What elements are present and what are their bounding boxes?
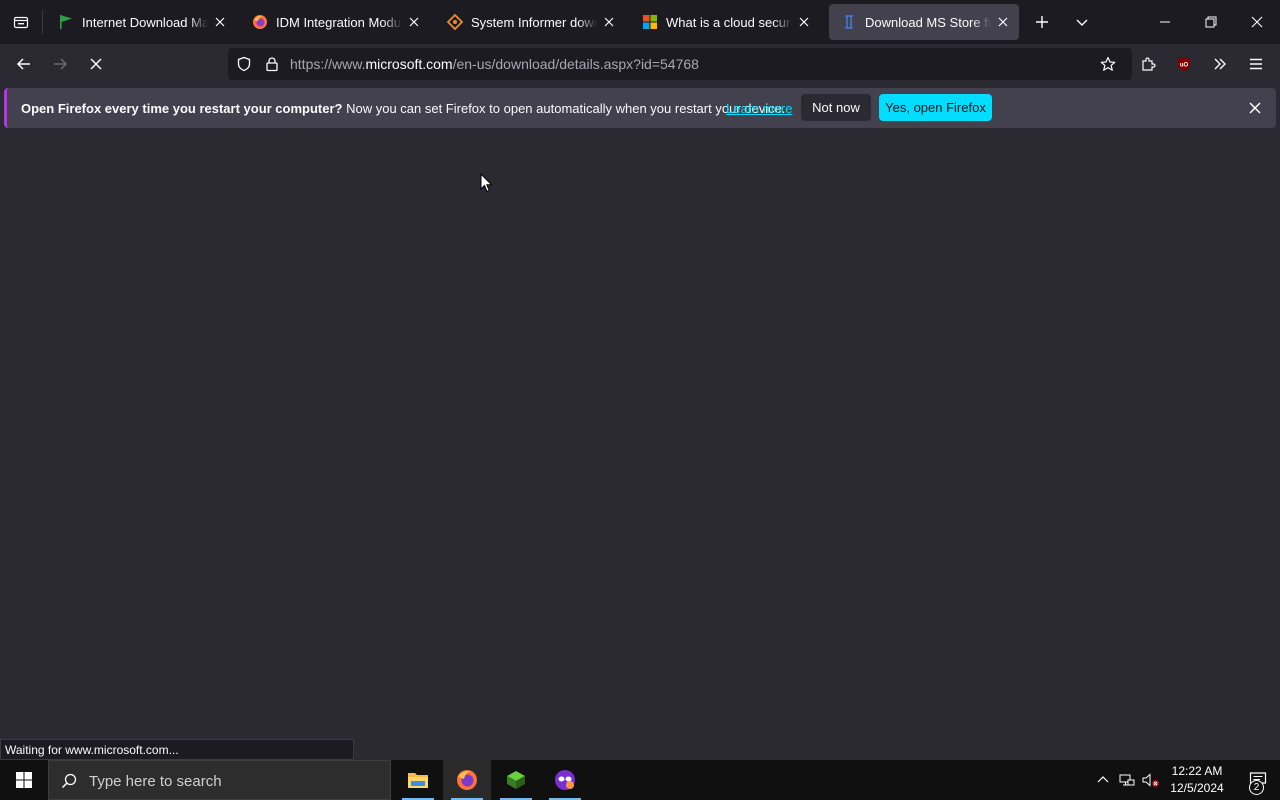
back-arrow-icon [16,58,30,70]
new-tab-button[interactable] [1028,8,1056,36]
url-prefix: https://www. [290,56,366,72]
navigation-toolbar: https://www.microsoft.com/en-us/download… [0,44,1280,84]
tab-system-informer[interactable]: System Informer download [435,4,625,40]
purple-mask-icon [555,770,575,790]
close-icon [1251,16,1263,28]
hamburger-menu-icon [1250,58,1262,70]
close-window-button[interactable] [1234,0,1280,44]
taskbar-app-purple[interactable] [541,760,589,800]
minimize-button[interactable] [1142,0,1188,44]
bookmark-star-icon[interactable] [1100,56,1116,72]
ublock-origin-button[interactable]: uO [1170,50,1198,78]
divider [42,10,43,34]
firefox-icon [252,14,268,30]
show-hidden-icons-button[interactable] [1094,760,1112,800]
close-tab-icon[interactable] [212,14,228,30]
start-button[interactable] [0,760,48,800]
forward-arrow-icon [54,58,68,70]
firefox-view-button[interactable] [8,8,34,36]
extensions-button[interactable] [1134,50,1162,78]
url-text[interactable]: https://www.microsoft.com/en-us/download… [290,56,699,72]
url-path: /en-us/download/details.aspx?id=54768 [452,56,699,72]
tracking-protection-shield-icon[interactable] [236,56,252,72]
mouse-pointer-icon [480,172,494,198]
learn-more-link[interactable]: Learn more [726,101,792,116]
firefox-icon [457,770,477,790]
restore-icon [1205,16,1217,28]
volume-button[interactable] [1140,760,1162,800]
close-icon [1249,102,1261,114]
stop-loading-button[interactable] [82,50,110,78]
tab-title: IDM Integration Module – Firefox [276,14,402,30]
search-icon [61,773,77,789]
close-tab-icon[interactable] [601,14,617,30]
clock-time: 12:22 AM [1171,764,1223,778]
volume-muted-icon [1142,773,1159,787]
clock-date: 12/5/2024 [1170,781,1224,795]
windows-taskbar: Type here to search 12:22 AM 12/5/2024 2 [0,760,1280,800]
stop-icon [90,58,102,70]
windows-logo-icon [16,772,32,788]
double-chevron-right-icon [1214,58,1226,70]
lock-icon[interactable] [264,56,280,72]
notification-description: Now you can set Firefox to open automati… [342,101,786,116]
plus-icon [1036,16,1048,28]
ublock-shield-icon: uO [1178,57,1190,71]
taskbar-app-green[interactable] [492,760,540,800]
page-content-area [0,132,1280,760]
network-icon [1119,774,1135,786]
tab-idm-integration[interactable]: IDM Integration Module – Firefox [240,4,430,40]
notification-count-badge: 2 [1249,780,1264,795]
tab-cloud-security[interactable]: What is a cloud security solution [630,4,820,40]
idm-flag-icon [58,14,74,30]
back-button[interactable] [10,50,38,78]
taskbar-firefox[interactable] [443,760,491,800]
minimize-icon [1160,21,1170,23]
tab-strip: Internet Download Manager IDM Integratio… [0,0,1280,44]
app-menu-button[interactable] [1242,50,1270,78]
address-bar[interactable]: https://www.microsoft.com/en-us/download… [228,48,1132,80]
close-tab-icon[interactable] [995,14,1011,30]
close-tab-icon[interactable] [796,14,812,30]
action-center-button[interactable]: 2 [1236,760,1280,800]
system-informer-icon [447,14,463,30]
page-icon [841,14,857,30]
network-status-button[interactable] [1116,760,1138,800]
svg-text:uO: uO [1180,63,1189,69]
not-now-button[interactable]: Not now [801,94,871,121]
close-tab-icon[interactable] [406,14,422,30]
notification-message: Open Firefox every time you restart your… [21,101,785,116]
chevron-down-icon [1076,19,1088,26]
tab-idm[interactable]: Internet Download Manager [46,4,236,40]
url-domain: microsoft.com [365,56,453,72]
firefox-view-icon [13,16,29,29]
notification-question: Open Firefox every time you restart your… [21,101,343,116]
taskbar-search-box[interactable]: Type here to search [48,760,391,800]
tab-title: System Informer download [471,14,597,30]
taskbar-file-explorer[interactable] [394,760,442,800]
restore-button[interactable] [1188,0,1234,44]
close-notification-button[interactable] [1247,100,1263,116]
tab-title: Internet Download Manager [82,14,208,30]
microsoft-icon [642,14,658,30]
status-panel: Waiting for www.microsoft.com... [0,739,354,760]
more-tools-button[interactable] [1206,50,1234,78]
tab-title: What is a cloud security solution [666,14,792,30]
tab-title: Download MS Store from [865,14,991,30]
forward-button[interactable] [46,50,74,78]
puzzle-piece-icon [1142,57,1156,71]
restart-notification-bar: Open Firefox every time you restart your… [4,88,1276,128]
list-all-tabs-button[interactable] [1068,8,1096,36]
tab-ms-store-active[interactable]: Download MS Store from [829,4,1019,40]
chevron-up-icon [1097,776,1109,783]
yes-open-firefox-button[interactable]: Yes, open Firefox [879,94,992,121]
clock[interactable]: 12:22 AM 12/5/2024 [1160,763,1234,797]
search-placeholder: Type here to search [89,773,222,790]
folder-icon [408,773,428,788]
green-cube-icon [507,771,525,789]
